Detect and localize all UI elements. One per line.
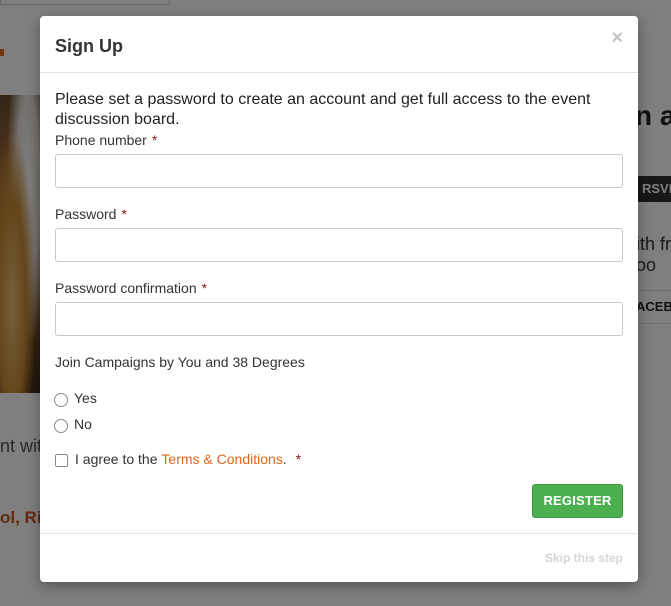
terms-suffix: . [282, 451, 287, 467]
password-input[interactable] [55, 228, 623, 262]
password-confirmation-label-text: Password confirmation [55, 280, 197, 296]
modal-footer: Skip this step [40, 533, 638, 582]
password-confirmation-label: Password confirmation * [55, 280, 207, 296]
terms-row: I agree to the Terms & Conditions. * [55, 451, 301, 467]
required-marker: * [201, 280, 208, 296]
phone-label-text: Phone number [55, 132, 147, 148]
terms-checkbox[interactable] [55, 453, 68, 467]
radio-yes-label: Yes [74, 390, 97, 406]
radio-no[interactable] [54, 419, 68, 433]
campaigns-label: Join Campaigns by You and 38 Degrees [55, 354, 305, 370]
phone-label: Phone number * [55, 132, 157, 148]
password-label-text: Password [55, 206, 117, 222]
radio-yes[interactable] [54, 393, 68, 407]
skip-step-link[interactable]: Skip this step [545, 551, 623, 565]
terms-prefix: I agree to the [75, 451, 158, 467]
required-marker: * [295, 451, 302, 467]
phone-input[interactable] [55, 154, 623, 188]
modal-header: Sign Up × [40, 16, 638, 73]
required-marker: * [151, 132, 158, 148]
campaigns-option-no[interactable]: No [54, 415, 92, 433]
register-button[interactable]: REGISTER [532, 484, 623, 518]
password-label: Password * [55, 206, 127, 222]
terms-link[interactable]: Terms & Conditions [161, 451, 282, 467]
signup-modal: Sign Up × Please set a password to creat… [40, 16, 638, 582]
close-icon[interactable]: × [611, 28, 623, 48]
modal-title: Sign Up [55, 36, 123, 56]
campaigns-option-yes[interactable]: Yes [54, 389, 97, 407]
password-confirmation-input[interactable] [55, 302, 623, 336]
required-marker: * [121, 206, 127, 222]
radio-no-label: No [74, 416, 92, 432]
intro-text: Please set a password to create an accou… [55, 91, 591, 128]
